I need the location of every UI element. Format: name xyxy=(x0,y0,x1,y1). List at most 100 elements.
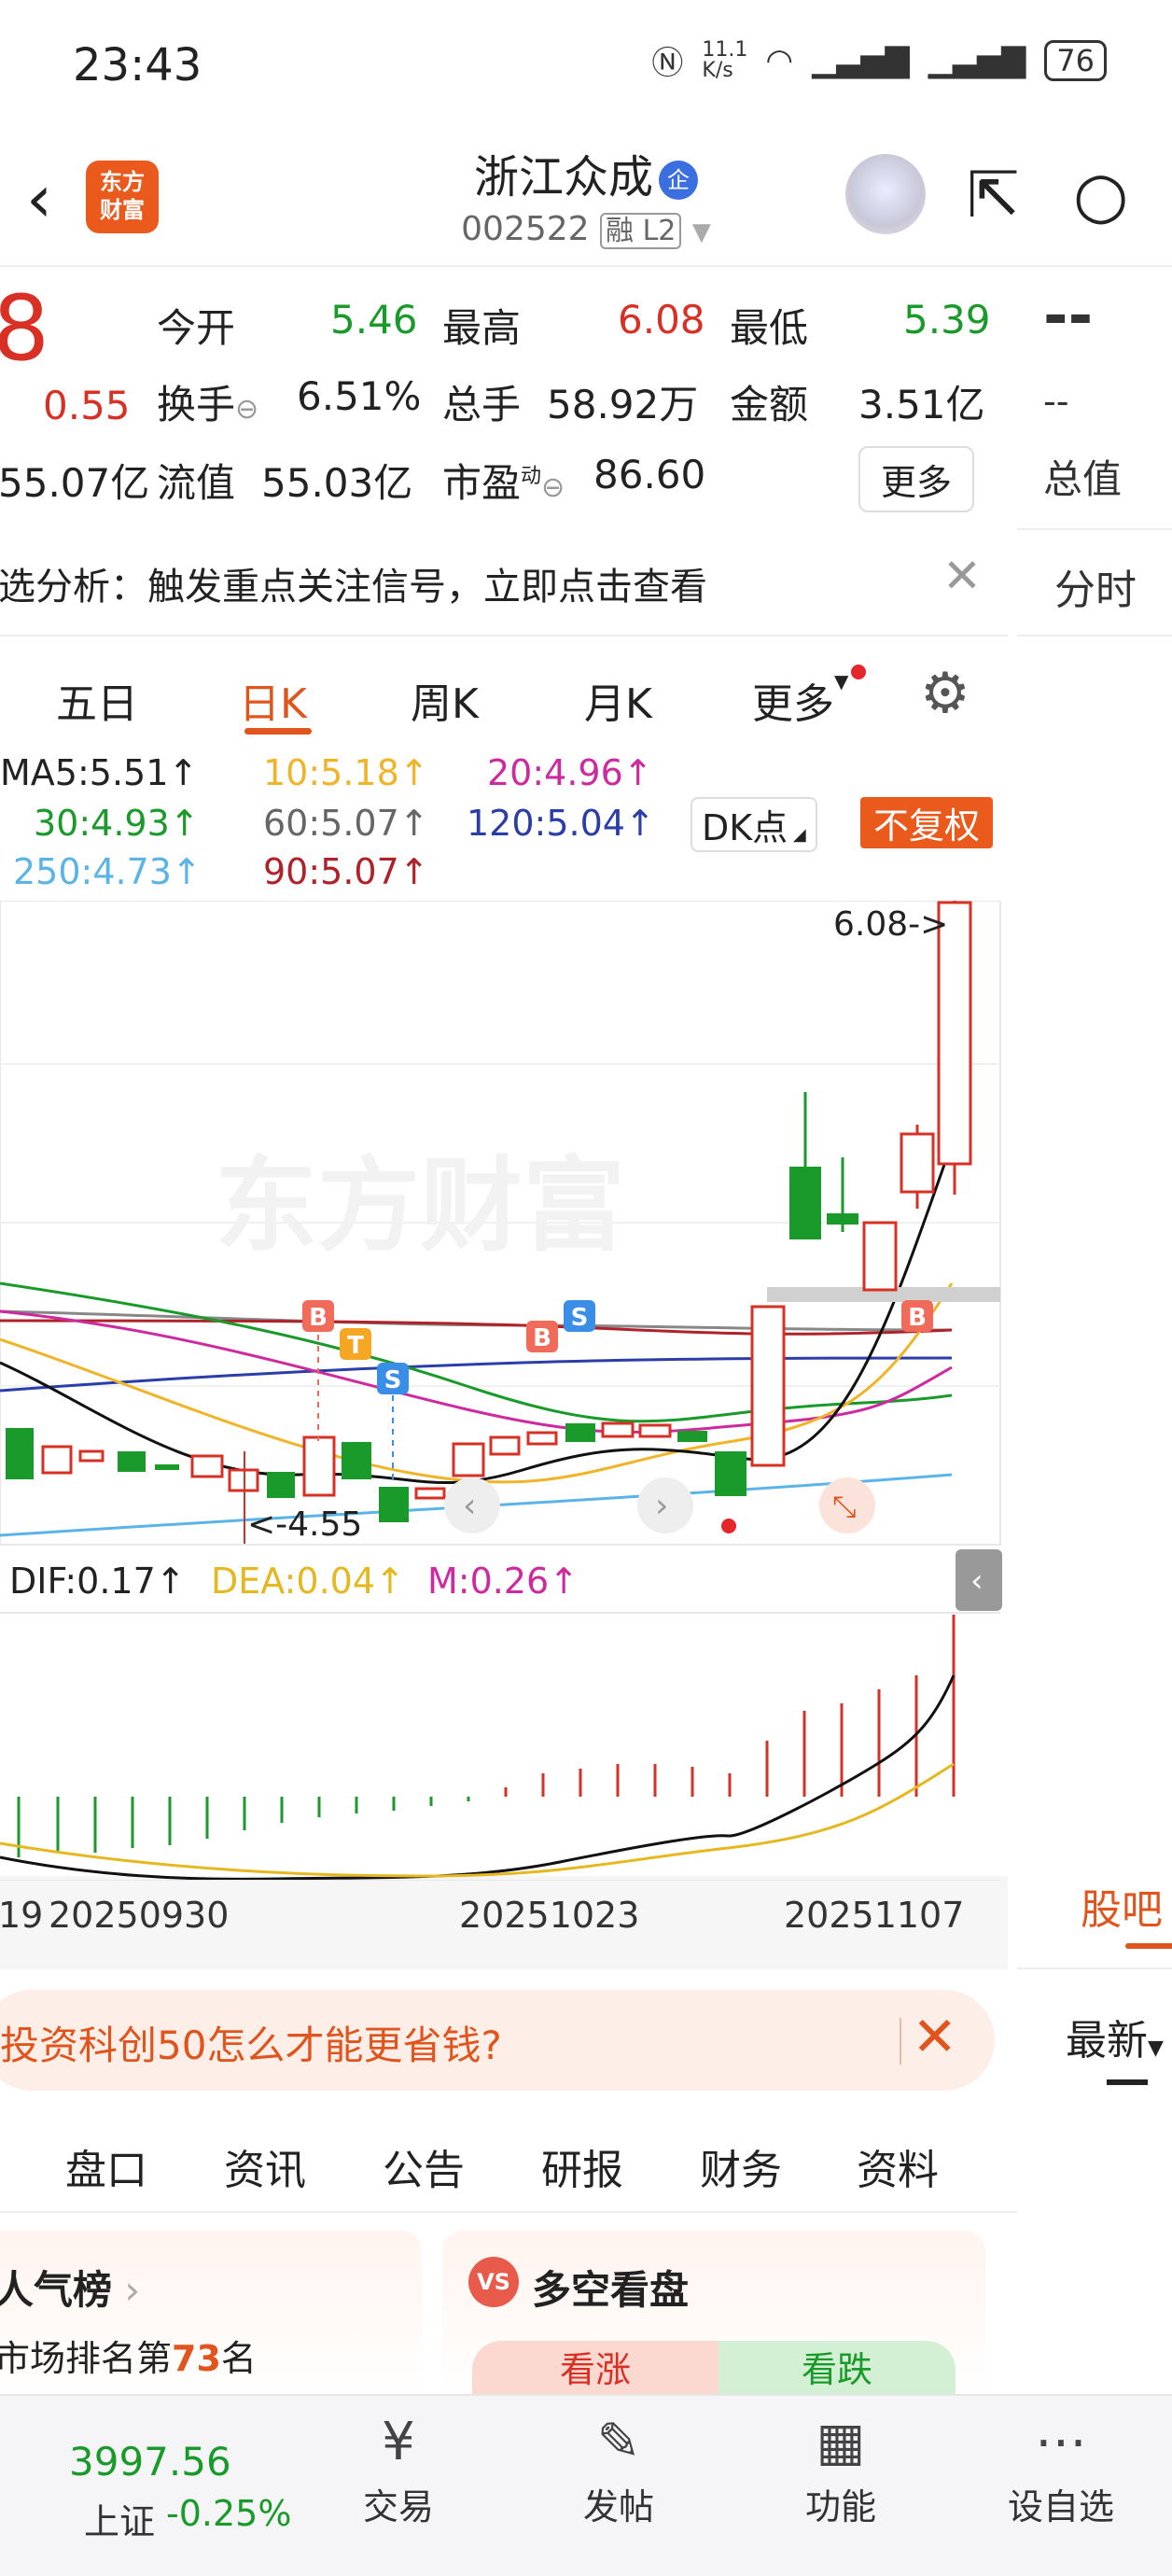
stock-tags: 融 L2 xyxy=(600,213,682,249)
vs-icon: VS xyxy=(468,2257,519,2307)
tab-monthly-k[interactable]: 月K xyxy=(584,670,652,730)
svg-text:B: B xyxy=(908,1304,927,1332)
status-bar: 23:43 Ⓝ 11.1 K/s ◠ ▁▃▅▇ ▁▃▅▇ 76 xyxy=(0,0,1172,131)
tab-finance[interactable]: 财务 xyxy=(700,2136,782,2196)
search-icon[interactable]: ○ xyxy=(1073,159,1128,232)
dk-text: DK点 xyxy=(702,807,788,848)
clock: 23:43 xyxy=(73,39,202,91)
tab-daily-k[interactable]: 日K xyxy=(239,670,307,730)
wifi-icon: ◠ xyxy=(765,41,794,79)
tab-weekly-k[interactable]: 周K xyxy=(411,670,479,730)
info-icon[interactable]: ⊖ xyxy=(541,471,565,504)
chart-watermark: 东方财富 xyxy=(215,1146,625,1266)
candle xyxy=(6,1428,34,1479)
candle xyxy=(452,1442,485,1477)
candle xyxy=(601,1421,635,1438)
open-label: 今开 xyxy=(157,305,236,351)
macd-dea: DEA:0.04↑ xyxy=(211,1561,405,1602)
assistant-robot-icon[interactable] xyxy=(845,154,926,234)
date-tick: 20250930 xyxy=(49,1895,230,1936)
nav-add-watchlist[interactable]: ⋯ 设自选 xyxy=(991,2407,1131,2529)
analysis-notice[interactable]: 选分析：触发重点关注信号，立即点击查看 ✕ xyxy=(0,528,1008,635)
tab-announcements[interactable]: 公告 xyxy=(383,2136,465,2196)
chevron-down-icon: ▼ xyxy=(691,218,711,246)
svg-text:T: T xyxy=(347,1332,364,1360)
high-label: 最高 xyxy=(442,305,522,351)
svg-text:B: B xyxy=(309,1304,328,1332)
close-icon[interactable]: ✕ xyxy=(912,2005,957,2068)
low-label: <-4.55 xyxy=(247,1505,362,1544)
red-dot xyxy=(851,665,866,679)
expand-icon: ⤡ xyxy=(832,1489,857,1524)
bottom-nav: 3997.56 上证 -0.25% ¥ 交易 ✎ 发帖 ▦ 功能 ⋯ 设自选 xyxy=(0,2394,1172,2576)
nav-post[interactable]: ✎ 发帖 xyxy=(549,2407,689,2529)
battery-icon: 76 xyxy=(1044,39,1107,81)
candle xyxy=(789,1167,821,1239)
total-partial: 55.07亿 xyxy=(0,460,150,506)
price-partial: 8 xyxy=(0,276,50,381)
tab-pankou[interactable]: 盘口 xyxy=(65,2136,147,2196)
info-icon[interactable]: ⊖ xyxy=(235,393,258,426)
low-value: 5.39 xyxy=(903,297,991,343)
turnover-value: 6.51% xyxy=(297,373,422,419)
index-widget[interactable]: 3997.56 上证 -0.25% xyxy=(37,2396,317,2573)
ma250-label: 250:4.73↑ xyxy=(13,851,202,892)
stock-header: ‹ 东方财富 浙江众成企 002522 融 L2 ▼ ⇱ ○ xyxy=(0,131,1172,266)
open-value: 5.46 xyxy=(330,297,418,343)
active-tab-indicator xyxy=(244,728,312,735)
tab-guba[interactable]: 股吧 xyxy=(1081,1876,1163,1936)
more-tab-label: 更多 xyxy=(752,680,834,728)
bullish-button[interactable]: 看涨 xyxy=(472,2341,719,2399)
info-tabs: 盘口 资讯 公告 研报 财务 资料 xyxy=(0,2105,1017,2226)
tab-news[interactable]: 资讯 xyxy=(224,2136,306,2196)
grid-icon: ▦ xyxy=(816,2412,866,2472)
index-change: -0.25% xyxy=(166,2493,292,2534)
nav-trade-label: 交易 xyxy=(362,2486,434,2527)
dif-line xyxy=(0,1674,956,1881)
popularity-card[interactable]: 人气榜 › 市场排名第73名 xyxy=(0,2231,422,2399)
ma-legend: MA5:5.51↑ 10:5.18↑ 20:4.96↑ 30:4.93↑ 60:… xyxy=(0,747,1008,896)
volume-value: 58.92万 xyxy=(547,382,699,427)
tab-timeshare[interactable]: 分时 xyxy=(1054,556,1137,616)
svg-text:‹: ‹ xyxy=(970,1562,984,1600)
candle xyxy=(267,1472,295,1498)
nfc-icon: Ⓝ xyxy=(651,45,684,82)
tab-more[interactable]: 更多 ▼ xyxy=(752,665,866,730)
date-tick: 20251023 xyxy=(459,1895,640,1936)
kline-chart[interactable]: 东方财富 B T S B S B ‹ › ⤡ 6.08-> <-4.55 DIF… xyxy=(0,901,1003,1881)
long-short-title: 多空看盘 xyxy=(532,2267,690,2313)
quote-panel: 8 0.55 55.07亿 今开 5.46 最高 6.08 最低 5.39 换手… xyxy=(0,271,1008,527)
candle xyxy=(379,1487,409,1522)
nav-trade[interactable]: ¥ 交易 xyxy=(328,2407,468,2529)
high-label: 6.08-> xyxy=(833,905,948,944)
share-icon[interactable]: ⇱ xyxy=(967,159,1020,232)
amount-label: 金额 xyxy=(730,382,809,427)
candle xyxy=(489,1435,521,1456)
tab-profile[interactable]: 资料 xyxy=(857,2136,939,2196)
pe-value: 86.60 xyxy=(593,452,706,497)
close-icon[interactable]: ✕ xyxy=(942,549,982,603)
settings-gear-icon[interactable]: ⚙ xyxy=(920,661,970,726)
change-value: 0.55 xyxy=(43,383,131,428)
nav-functions[interactable]: ▦ 功能 xyxy=(771,2407,911,2529)
tab-5day[interactable]: 五日 xyxy=(56,670,138,730)
fuquan-button[interactable]: 不复权 xyxy=(860,797,994,848)
candle xyxy=(302,1435,336,1497)
popularity-rank: 市场排名第73名 xyxy=(0,2338,257,2379)
high-value: 6.08 xyxy=(618,297,705,343)
bearish-button[interactable]: 看跌 xyxy=(719,2341,956,2399)
more-button[interactable]: 更多 xyxy=(858,446,975,512)
latest-sort[interactable]: 最新▼ xyxy=(1066,2007,1164,2066)
promo-banner[interactable]: 投资科创50怎么才能更省钱? ✕ xyxy=(0,1990,995,2091)
candle xyxy=(526,1431,558,1446)
candle xyxy=(750,1305,786,1467)
candle xyxy=(638,1423,672,1438)
long-short-card[interactable]: VS 多空看盘 看涨 看跌 xyxy=(442,2231,985,2399)
candle xyxy=(342,1442,371,1479)
dk-dropdown[interactable]: DK点 ◢ xyxy=(691,797,817,852)
macd-dif: DIF:0.17↑ xyxy=(9,1561,186,1602)
ma10-label: 10:5.18↑ xyxy=(263,752,429,793)
guba-tab-indicator xyxy=(1125,1943,1172,1949)
tab-research[interactable]: 研报 xyxy=(541,2136,623,2196)
macd-m: M:0.26↑ xyxy=(427,1561,579,1602)
